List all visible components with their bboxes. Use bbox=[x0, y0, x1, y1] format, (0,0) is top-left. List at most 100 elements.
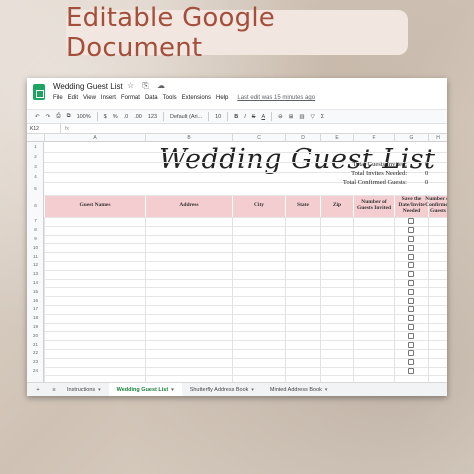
column-gridline bbox=[394, 217, 395, 382]
chevron-down-icon[interactable]: ▾ bbox=[325, 387, 328, 393]
invite-needed-checkbox[interactable] bbox=[408, 332, 414, 339]
menu-item-edit[interactable]: Edit bbox=[68, 95, 78, 101]
row-number[interactable]: 16 bbox=[27, 298, 44, 303]
document-title[interactable]: Wedding Guest List bbox=[53, 82, 123, 91]
row-number[interactable]: 12 bbox=[27, 262, 44, 267]
column-header-f[interactable]: F bbox=[353, 134, 394, 142]
chart-icon[interactable]: ▥ bbox=[299, 114, 304, 120]
row-number[interactable]: 17 bbox=[27, 306, 44, 311]
row-number[interactable]: 21 bbox=[27, 342, 44, 347]
invite-needed-checkbox[interactable] bbox=[408, 315, 414, 322]
invite-needed-checkbox[interactable] bbox=[408, 253, 414, 260]
invite-needed-checkbox[interactable] bbox=[408, 324, 414, 330]
row-number[interactable]: 15 bbox=[27, 289, 44, 294]
menu-item-data[interactable]: Data bbox=[145, 95, 158, 101]
menu-item-view[interactable]: View bbox=[83, 95, 96, 101]
increase-decimal-button[interactable]: .00 bbox=[134, 114, 142, 120]
row-number[interactable]: 9 bbox=[27, 236, 44, 241]
text-color-button[interactable]: A bbox=[261, 114, 265, 120]
functions-icon[interactable]: Σ bbox=[321, 114, 324, 120]
sheets-logo-icon[interactable] bbox=[33, 84, 45, 100]
add-sheet-button[interactable]: + bbox=[33, 387, 43, 393]
row-number[interactable]: 23 bbox=[27, 359, 44, 364]
row-number[interactable]: 11 bbox=[27, 254, 44, 259]
row-gridline bbox=[44, 152, 447, 153]
invite-needed-checkbox[interactable] bbox=[408, 218, 414, 225]
menu-item-file[interactable]: File bbox=[53, 95, 63, 101]
header-cell: State bbox=[285, 195, 320, 217]
column-header-e[interactable]: E bbox=[320, 134, 353, 142]
column-header-d[interactable]: D bbox=[285, 134, 320, 142]
row-number[interactable]: 20 bbox=[27, 333, 44, 338]
filter-icon[interactable]: ▽ bbox=[311, 114, 315, 120]
row-number[interactable]: 7 bbox=[27, 218, 44, 223]
italic-button[interactable]: I bbox=[244, 114, 246, 120]
invite-needed-checkbox[interactable] bbox=[408, 359, 414, 366]
invite-needed-checkbox[interactable] bbox=[408, 306, 414, 313]
column-header-b[interactable]: B bbox=[145, 134, 232, 142]
row-number[interactable]: 1 bbox=[27, 144, 44, 149]
link-icon[interactable]: ⊖ bbox=[278, 114, 283, 120]
row-number[interactable]: 3 bbox=[27, 164, 44, 169]
redo-icon[interactable]: ↷ bbox=[46, 114, 51, 120]
menu-item-insert[interactable]: Insert bbox=[101, 95, 116, 101]
banner-title: Editable Google Document bbox=[66, 3, 408, 63]
row-number[interactable]: 5 bbox=[27, 186, 44, 191]
invite-needed-checkbox[interactable] bbox=[408, 280, 414, 286]
row-number[interactable]: 2 bbox=[27, 154, 44, 159]
invite-needed-checkbox[interactable] bbox=[408, 368, 414, 374]
row-number[interactable]: 14 bbox=[27, 280, 44, 285]
invite-needed-checkbox[interactable] bbox=[408, 350, 414, 357]
chevron-down-icon[interactable]: ▾ bbox=[98, 387, 101, 393]
decrease-decimal-button[interactable]: .0 bbox=[124, 114, 129, 120]
sheet-tab-minted-address-book[interactable]: Minted Address Book ▾ bbox=[262, 383, 336, 397]
row-number[interactable]: 4 bbox=[27, 174, 44, 179]
font-select[interactable]: Default (Ari... bbox=[170, 114, 202, 120]
row-number[interactable]: 18 bbox=[27, 315, 44, 320]
invite-needed-checkbox[interactable] bbox=[408, 288, 414, 295]
star-move-cloud-icons[interactable]: ☆ ⎘ ☁ bbox=[127, 81, 168, 91]
row-number[interactable]: 8 bbox=[27, 227, 44, 232]
currency-button[interactable]: $ bbox=[104, 114, 107, 120]
all-sheets-button[interactable]: ≡ bbox=[49, 387, 59, 393]
invite-needed-checkbox[interactable] bbox=[408, 271, 414, 278]
invite-needed-checkbox[interactable] bbox=[408, 236, 414, 242]
row-number[interactable]: 13 bbox=[27, 271, 44, 276]
name-box[interactable]: K12 bbox=[27, 124, 61, 133]
sheet-grid[interactable]: 1 2 3 4 5 6 7 8 9 10 11 12 13 14 15 16 17 18 19 20 21 22 23 24 … bbox=[27, 142, 447, 382]
menu-item-tools[interactable]: Tools bbox=[163, 95, 177, 101]
strikethrough-button[interactable]: S bbox=[252, 114, 256, 120]
sheet-tab-shutterfly-address-book[interactable]: Shutterfly Address Book ▾ bbox=[182, 383, 262, 397]
invite-needed-checkbox[interactable] bbox=[408, 244, 414, 251]
font-size-select[interactable]: 10 bbox=[215, 114, 221, 120]
print-icon[interactable]: ⎙ bbox=[56, 113, 60, 120]
row-number[interactable]: 24 bbox=[27, 368, 44, 373]
percent-button[interactable]: % bbox=[113, 114, 118, 120]
column-header-h[interactable]: H bbox=[428, 134, 447, 142]
row-number[interactable]: 19 bbox=[27, 324, 44, 329]
zoom-select[interactable]: 100% bbox=[77, 114, 91, 120]
chevron-down-icon[interactable]: ▾ bbox=[171, 387, 174, 393]
invite-needed-checkbox[interactable] bbox=[408, 227, 414, 234]
chevron-down-icon[interactable]: ▾ bbox=[251, 387, 254, 393]
menu-item-help[interactable]: Help bbox=[216, 95, 228, 101]
paint-format-icon[interactable]: ⧉ bbox=[67, 113, 71, 120]
menu-item-format[interactable]: Format bbox=[121, 95, 140, 101]
sheet-tab-instructions[interactable]: Instructions ▾ bbox=[59, 383, 109, 397]
last-edit-link[interactable]: Last edit was 15 minutes ago bbox=[237, 95, 315, 101]
bold-button[interactable]: B bbox=[234, 114, 238, 120]
number-format-button[interactable]: 123 bbox=[148, 114, 157, 120]
column-header-g[interactable]: G bbox=[394, 134, 428, 142]
column-header-c[interactable]: C bbox=[232, 134, 285, 142]
sheet-tab-wedding-guest-list[interactable]: Wedding Guest List ▾ bbox=[108, 382, 182, 396]
undo-icon[interactable]: ↶ bbox=[35, 114, 40, 120]
comment-icon[interactable]: ⊞ bbox=[289, 114, 294, 120]
row-number[interactable]: 10 bbox=[27, 245, 44, 250]
invite-needed-checkbox[interactable] bbox=[408, 297, 414, 304]
invite-needed-checkbox[interactable] bbox=[408, 341, 414, 348]
menu-item-extensions[interactable]: Extensions bbox=[182, 95, 211, 101]
row-number[interactable]: 6 bbox=[27, 203, 44, 208]
invite-needed-checkbox[interactable] bbox=[408, 262, 414, 269]
row-number[interactable]: 22 bbox=[27, 350, 44, 355]
column-header-a[interactable]: A bbox=[44, 134, 145, 142]
